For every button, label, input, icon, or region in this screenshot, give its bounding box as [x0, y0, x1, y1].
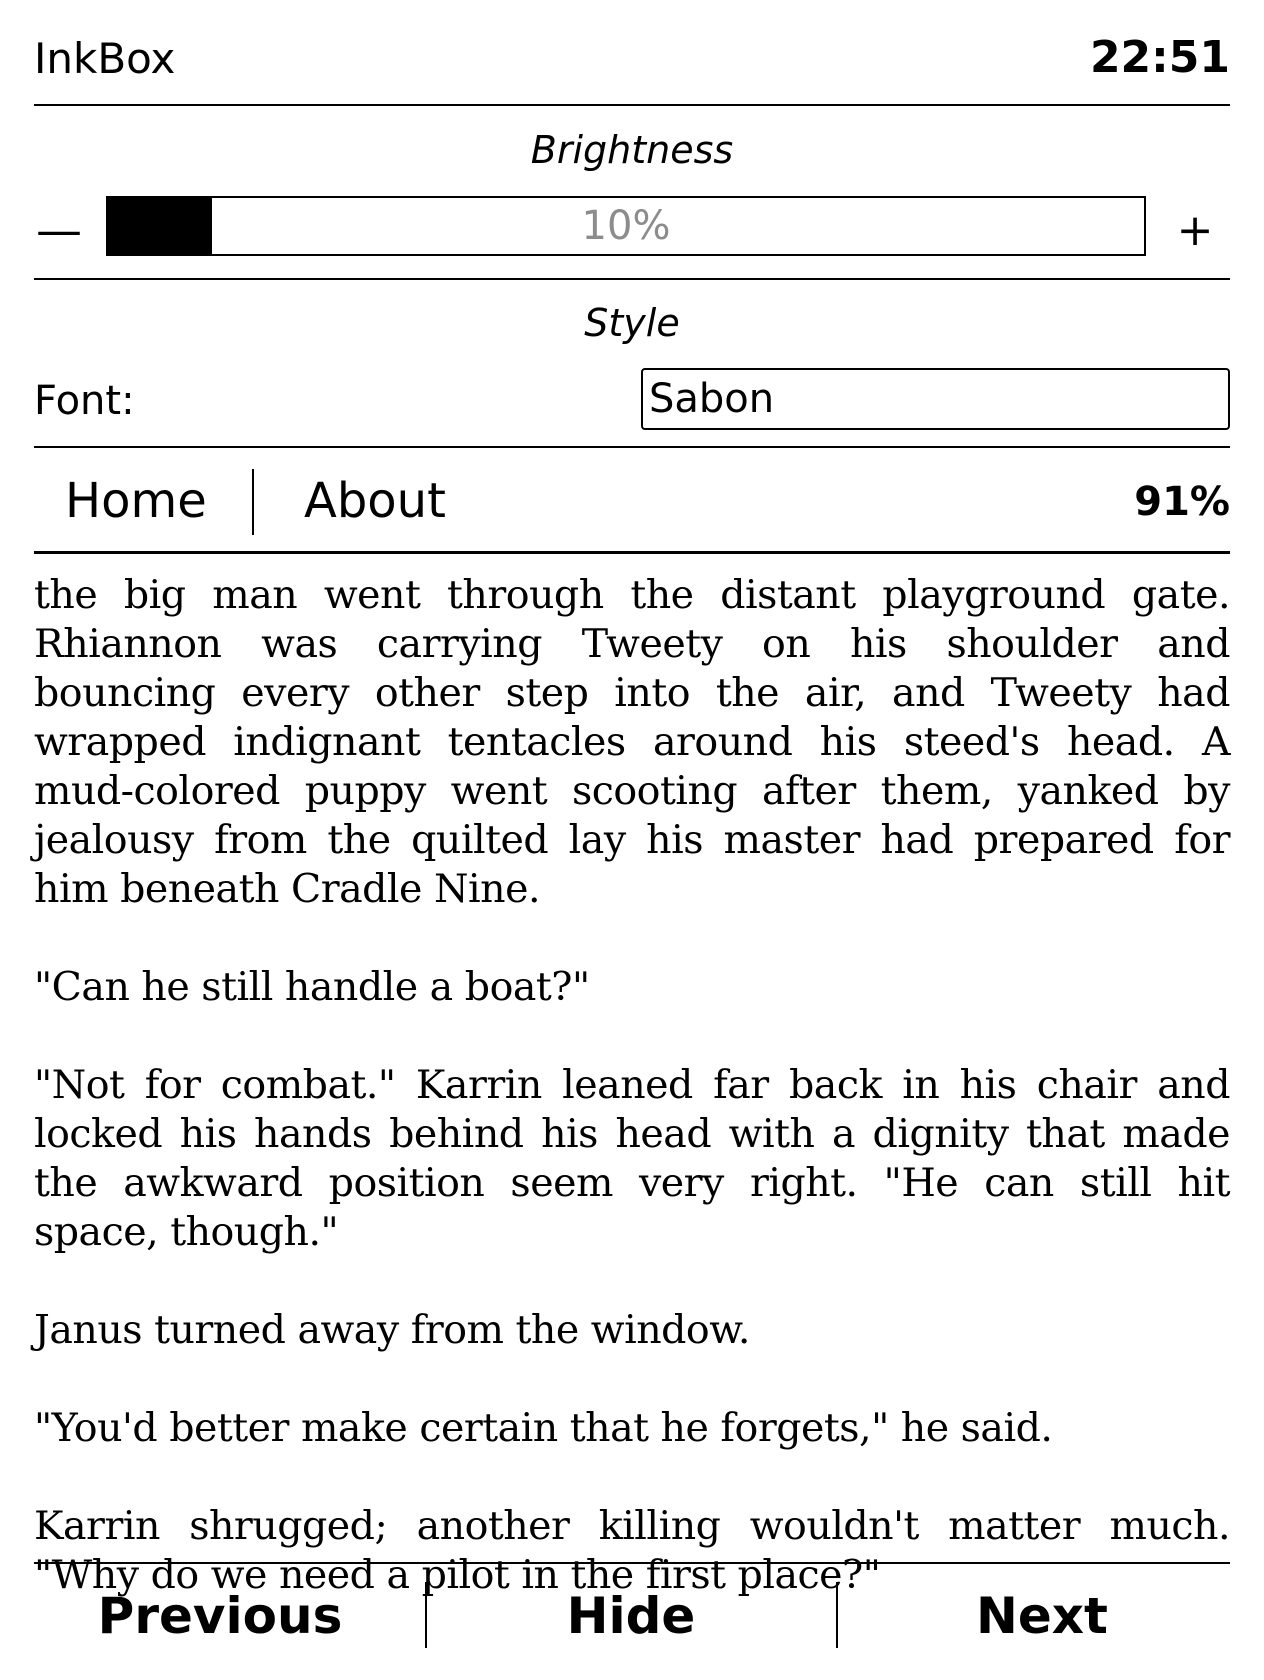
divider [34, 1562, 1230, 1564]
divider [34, 446, 1230, 448]
paragraph: "Can he still handle a boat?" [34, 964, 590, 1010]
brightness-title: Brightness [530, 128, 734, 172]
brightness-decrease-button[interactable]: — [34, 205, 84, 255]
divider [34, 551, 1230, 554]
reading-text: the big man went through the distant pla… [34, 571, 1231, 1600]
brightness-value: 10% [581, 203, 671, 249]
bottom-separator [425, 1582, 427, 1648]
home-button[interactable]: Home [65, 472, 207, 530]
nav-separator [252, 469, 254, 535]
previous-button[interactable]: Previous [25, 1586, 415, 1646]
paragraph: the big man went through the distant pla… [34, 572, 1231, 912]
brightness-increase-button[interactable]: + [1170, 206, 1220, 256]
app-name: InkBox [34, 34, 176, 83]
font-label: Font: [34, 378, 135, 424]
divider [34, 104, 1230, 106]
brightness-slider[interactable]: 10% [106, 196, 1146, 256]
paragraph: Janus turned away from the window. [34, 1307, 750, 1353]
hide-button[interactable]: Hide [436, 1586, 826, 1646]
style-title: Style [584, 301, 680, 345]
font-selector[interactable]: Sabon [641, 368, 1230, 430]
next-button[interactable]: Next [847, 1586, 1237, 1646]
divider [34, 278, 1230, 280]
clock: 22:51 [1089, 32, 1230, 83]
reading-progress: 91% [1134, 479, 1230, 525]
paragraph: "Not for combat." Karrin leaned far back… [34, 1062, 1231, 1255]
about-button[interactable]: About [304, 472, 446, 530]
bottom-separator [836, 1582, 838, 1648]
paragraph: "You'd better make certain that he forge… [34, 1405, 1053, 1451]
